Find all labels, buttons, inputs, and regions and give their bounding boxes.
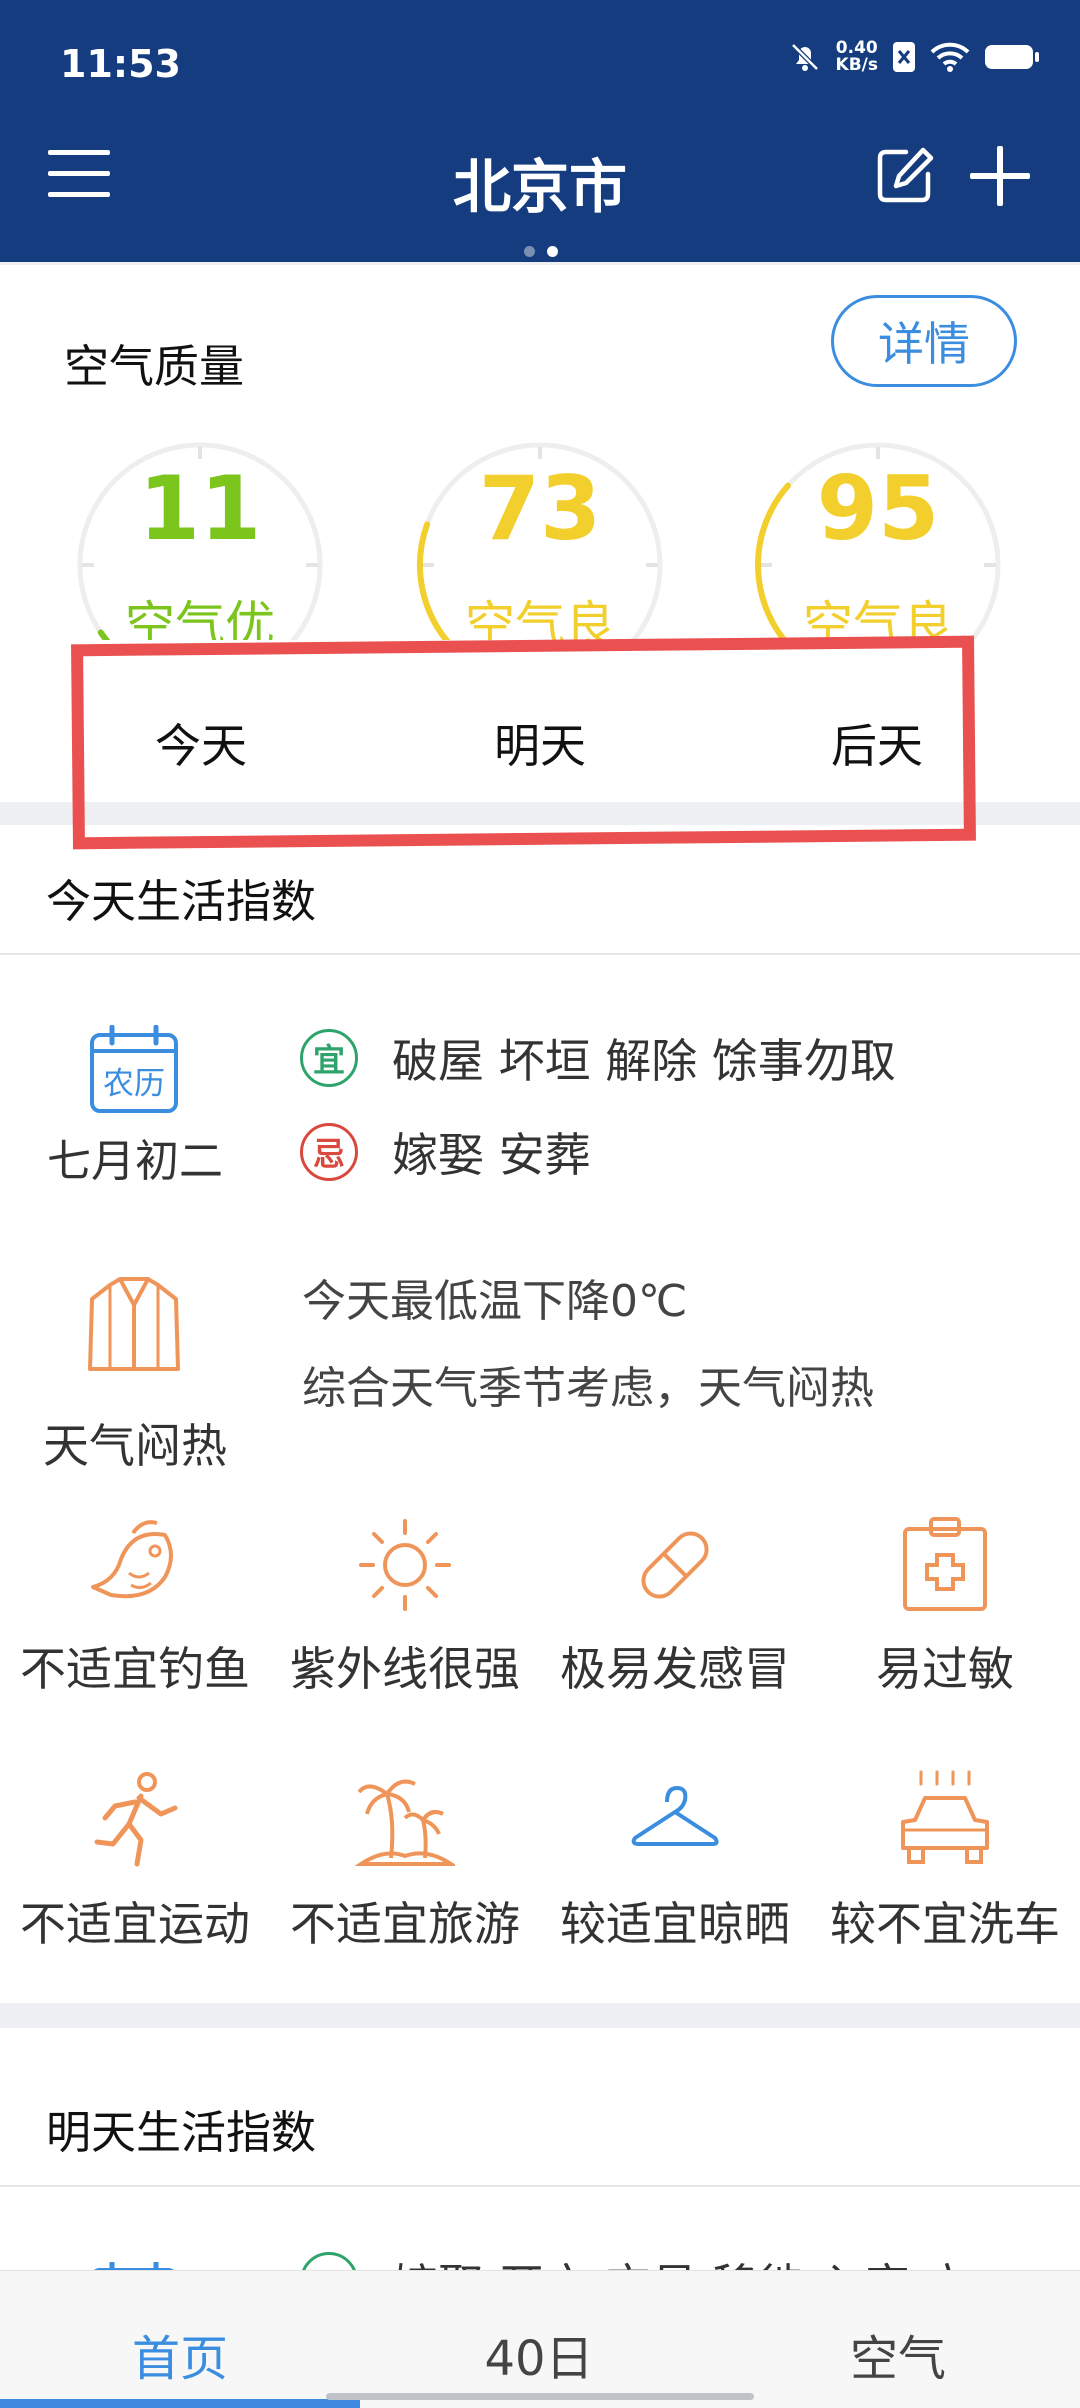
no-sim-icon [893, 42, 915, 72]
index-cold[interactable]: 极易发感冒 [540, 1515, 810, 1699]
fish-icon [91, 1520, 173, 1599]
tomorrow-life-index-card: 明天生活指数 嫁娶 开市 交易 移徙 入宅 立 [0, 2028, 1080, 2288]
weather-feel-label: 天气闷热 [43, 1419, 227, 1473]
index-uv[interactable]: 紫外线很强 [270, 1515, 540, 1699]
status-time: 11:53 [60, 42, 181, 86]
index-allergy[interactable]: 易过敏 [810, 1515, 1080, 1699]
page-dot-active [547, 246, 558, 257]
app-header: 11:53 0.40 KB/s 北京市 [0, 0, 1080, 262]
page-dot [524, 246, 535, 257]
index-fishing[interactable]: 不适宜钓鱼 [0, 1515, 270, 1699]
speed-unit: KB/s [835, 55, 878, 75]
sun-icon [359, 1519, 451, 1611]
index-label: 不适宜运动 [20, 1897, 250, 1951]
index-label: 较适宜晾晒 [560, 1897, 790, 1951]
ji-row: 忌 嫁娶 安葬 [300, 1119, 591, 1185]
wifi-icon [930, 42, 970, 72]
index-label: 较不宜洗车 [830, 1897, 1060, 1951]
index-label: 不适宜钓鱼 [20, 1642, 250, 1696]
ji-badge: 忌 [300, 1123, 358, 1181]
coat-icon [88, 1277, 180, 1371]
calendar-icon: 农历 [90, 1025, 178, 1113]
yi-row: 宜 破屋 坏垣 解除 馀事勿取 [300, 1025, 896, 1091]
nav-air[interactable]: 空气 [768, 2319, 1028, 2389]
page-indicator [524, 246, 558, 257]
status-icons: 0.40 KB/s [788, 40, 1040, 74]
divider [0, 953, 1080, 955]
palm-island-icon [355, 1779, 455, 1866]
index-label: 易过敏 [876, 1642, 1014, 1696]
bottom-nav: 首页 40日 空气 [0, 2270, 1080, 2408]
index-travel[interactable]: 不适宜旅游 [270, 1770, 540, 1954]
add-city-icon[interactable] [968, 144, 1032, 208]
pill-icon [641, 1531, 709, 1599]
today-life-index-card: 今天生活指数 农历 七月初二 宜 破屋 坏垣 解除 馀事勿取 忌 嫁娶 安葬 天… [0, 825, 1080, 2003]
yi-badge: 宜 [300, 1029, 358, 1087]
ji-text: 嫁娶 安葬 [392, 1128, 591, 1182]
air-quality-title: 空气质量 [64, 340, 245, 393]
running-icon [94, 1772, 178, 1867]
hanger-icon [631, 1786, 719, 1846]
aqi-value: 95 [816, 457, 940, 560]
index-sport[interactable]: 不适宜运动 [0, 1770, 270, 1954]
divider [0, 2185, 1080, 2187]
mute-bell-icon [790, 43, 819, 71]
detail-button[interactable]: 详情 [831, 295, 1017, 387]
lunar-date: 七月初二 [47, 1136, 223, 1187]
index-label: 极易发感冒 [560, 1642, 790, 1696]
index-label: 紫外线很强 [290, 1642, 520, 1696]
nav-home[interactable]: 首页 [50, 2319, 310, 2389]
car-wash-icon [901, 1770, 989, 1864]
network-speed: 0.40 KB/s [836, 40, 878, 74]
highlight-box [71, 635, 976, 850]
index-drying[interactable]: 较适宜晾晒 [540, 1770, 810, 1954]
battery-icon [985, 45, 1039, 69]
temp-change-text: 今天最低温下降0℃ [302, 1276, 688, 1327]
tomorrow-index-title: 明天生活指数 [46, 2106, 317, 2159]
edit-icon[interactable] [876, 146, 934, 204]
aqi-value: 11 [138, 457, 262, 560]
nav-40-day[interactable]: 40日 [409, 2319, 669, 2389]
medkit-icon [903, 1517, 987, 1611]
yi-text: 破屋 坏垣 解除 馀事勿取 [392, 1034, 896, 1088]
weather-summary-text: 综合天气季节考虑，天气闷热 [302, 1363, 874, 1414]
today-index-title: 今天生活指数 [46, 875, 317, 928]
index-label: 不适宜旅游 [290, 1897, 520, 1951]
index-car-wash[interactable]: 较不宜洗车 [810, 1770, 1080, 1954]
aqi-value: 73 [478, 457, 602, 560]
gesture-bar[interactable] [326, 2393, 754, 2400]
calendar-icon-label: 农历 [103, 1066, 165, 1102]
active-tab-indicator [0, 2399, 360, 2408]
